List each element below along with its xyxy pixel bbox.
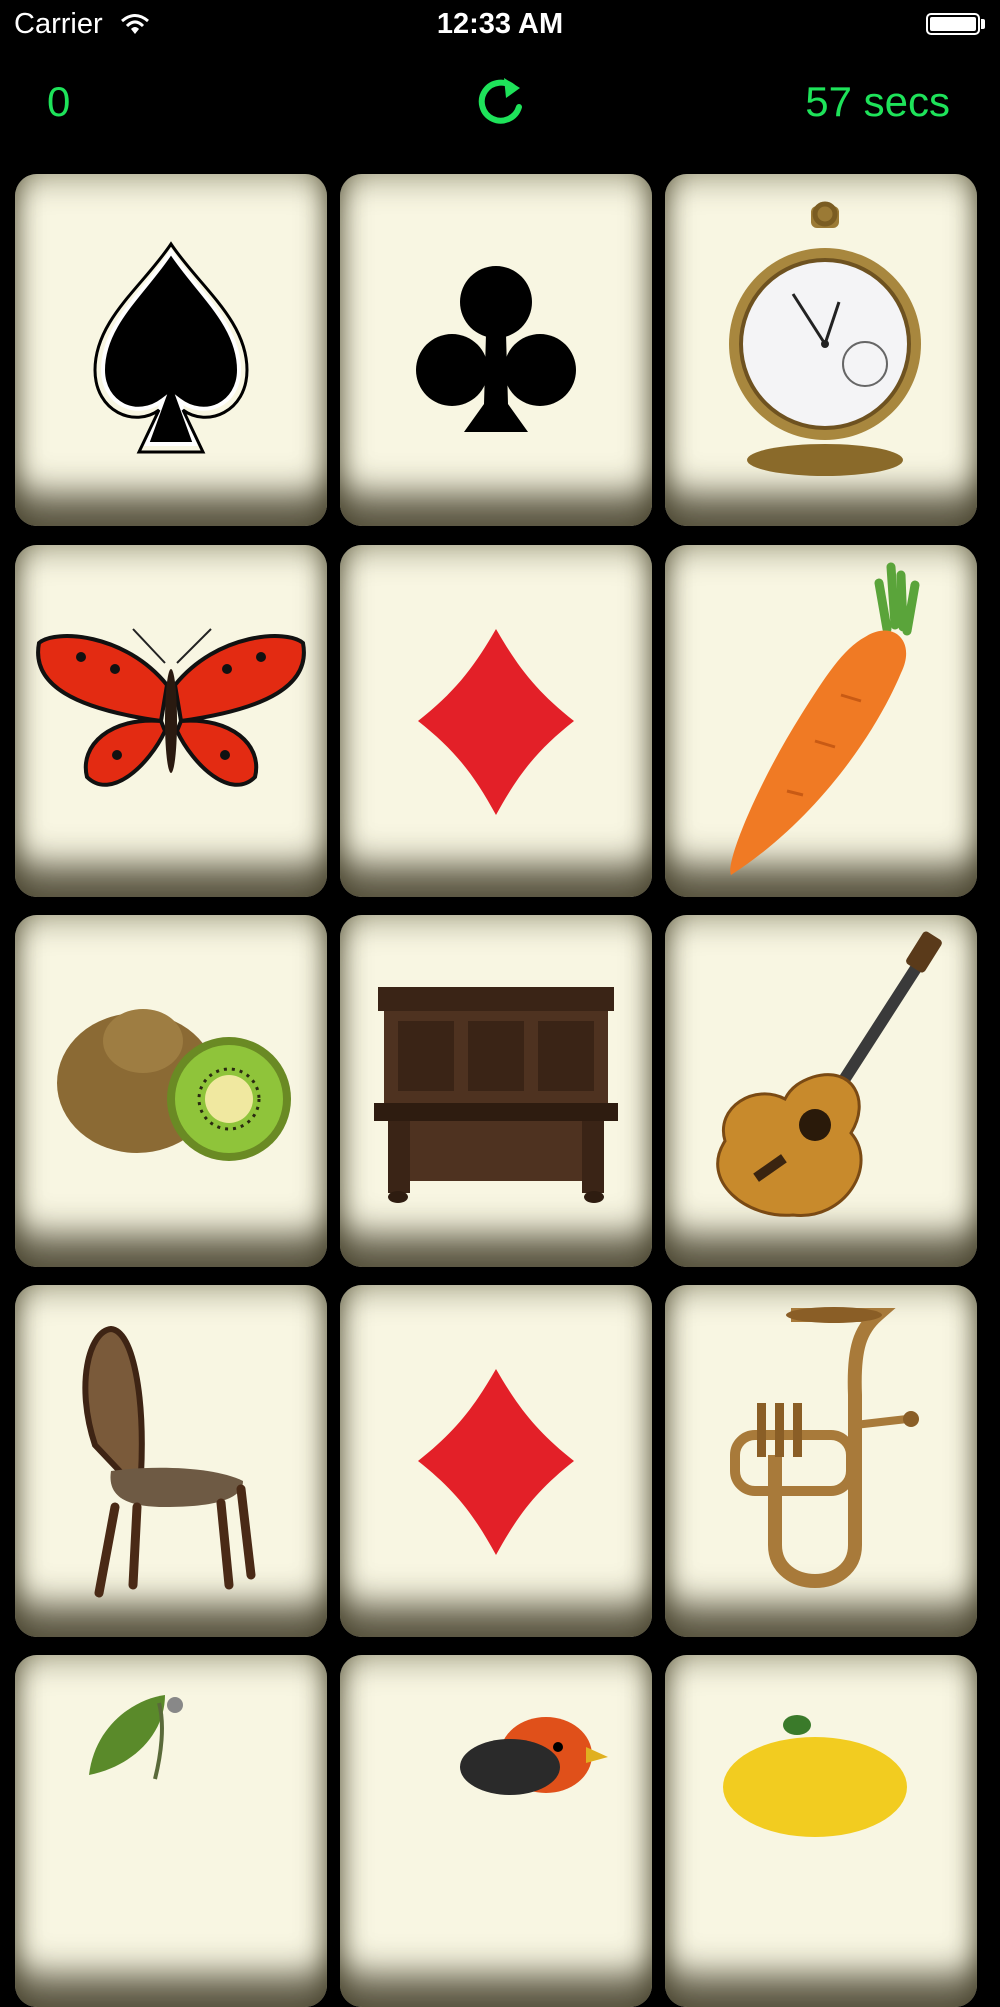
card-diamond-2[interactable] — [340, 1285, 652, 1637]
card-spade[interactable] — [15, 174, 327, 526]
tuba-icon — [730, 1307, 919, 1588]
card-kiwi[interactable] — [15, 915, 327, 1267]
chair-icon — [82, 1325, 256, 1598]
card-chair[interactable] — [15, 1285, 327, 1637]
card-cherry[interactable] — [15, 1655, 327, 2007]
carrot-icon — [730, 562, 920, 875]
pocket-watch-icon — [729, 201, 921, 476]
card-butterfly[interactable] — [15, 545, 327, 897]
antique-piano-icon — [374, 987, 618, 1203]
card-carrot[interactable] — [665, 545, 977, 897]
card-guitar[interactable] — [665, 915, 977, 1267]
card-lemon[interactable] — [665, 1655, 977, 2007]
card-diamond[interactable] — [340, 545, 652, 897]
club-icon — [416, 266, 576, 432]
card-tuba[interactable] — [665, 1285, 977, 1637]
lemon-icon — [723, 1715, 907, 1837]
card-grid — [0, 0, 1000, 2007]
bird-icon — [460, 1717, 608, 1795]
card-club[interactable] — [340, 174, 652, 526]
diamond-icon — [418, 1369, 574, 1555]
cherry-icon — [89, 1695, 183, 1780]
diamond-icon — [418, 629, 574, 815]
spade-icon — [93, 241, 249, 454]
card-pocket-watch[interactable] — [665, 174, 977, 526]
guitar-icon — [716, 931, 942, 1217]
card-antique-piano[interactable] — [340, 915, 652, 1267]
kiwi-icon — [57, 1009, 291, 1161]
butterfly-icon — [36, 628, 306, 787]
card-bird[interactable] — [340, 1655, 652, 2007]
